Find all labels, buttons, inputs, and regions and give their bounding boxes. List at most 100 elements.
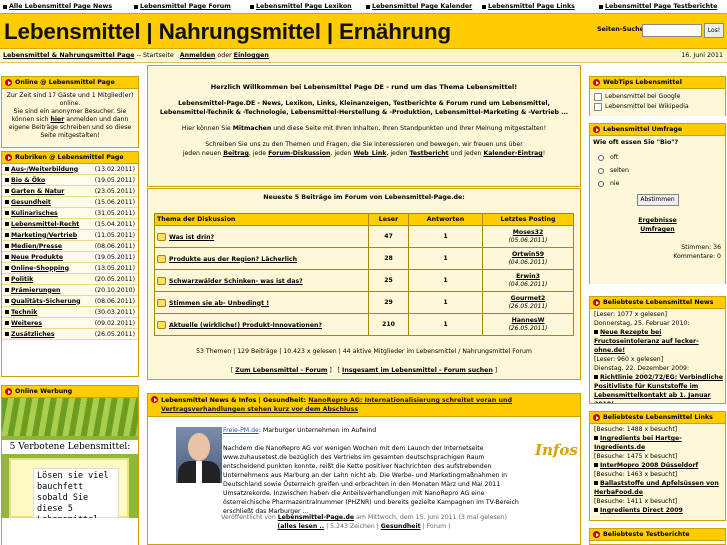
search-button[interactable]: Los! bbox=[704, 23, 724, 38]
rubrik-item[interactable]: Medien/Presse (08.06.2011) bbox=[2, 241, 138, 252]
topnav-link-news[interactable]: Alle Lebensmittel Page News bbox=[0, 0, 131, 13]
read-more-link[interactable]: (alles lesen .. bbox=[277, 523, 324, 530]
rubrik-item[interactable]: Weiteres (09.02.2011) bbox=[2, 318, 138, 329]
rubrik-link[interactable]: Prämierungen bbox=[5, 285, 60, 295]
mitmachen-link[interactable]: Mitmachen bbox=[233, 125, 272, 132]
rubrik-link[interactable]: Technik bbox=[5, 307, 37, 317]
popular-item-link[interactable]: Richtlinie 2002/72/EG: Verbindliche Posi… bbox=[590, 373, 725, 403]
login-link[interactable]: Anmelden bbox=[180, 52, 216, 59]
bullet-icon bbox=[594, 463, 598, 467]
breadcrumb-site-link[interactable]: Lebensmittel & Nahrungsmittel Page bbox=[3, 52, 135, 59]
ad-banner[interactable]: 5 Verbotene Lebensmittel: Lösen sie viel… bbox=[2, 398, 138, 518]
forum-topic[interactable]: Stimmen sie ab- Unbedingt ! bbox=[154, 291, 369, 314]
weblink-link[interactable]: Web_Link bbox=[353, 150, 386, 157]
rubrik-link[interactable]: Zusätzliches bbox=[5, 329, 55, 339]
login-here-link[interactable]: hier bbox=[50, 116, 64, 123]
vote-button[interactable]: Abstimmen bbox=[636, 194, 679, 206]
poll-option[interactable]: nie bbox=[590, 177, 725, 190]
radio-button[interactable] bbox=[598, 180, 604, 187]
forum-suchen-link[interactable]: Insgesamt im Lebensmittel - Forum suchen bbox=[342, 367, 493, 374]
rubrik-link[interactable]: Online-Shopping bbox=[5, 263, 69, 273]
rubrik-item[interactable]: Bio & Öko (19.05.2011) bbox=[2, 175, 138, 186]
beitrag-link[interactable]: Beitrag bbox=[223, 150, 249, 157]
rubrik-item[interactable]: Qualitäts-Sicherung (08.06.2011) bbox=[2, 296, 138, 307]
topnav-link-lexikon[interactable]: Lebensmittel Page Lexikon bbox=[247, 0, 363, 13]
forum-reads: 28 bbox=[368, 247, 409, 270]
rubrik-item[interactable]: Kulinarisches (31.05.2011) bbox=[2, 208, 138, 219]
rubrik-item[interactable]: Lebensmittel-Recht (15.04.2011) bbox=[2, 219, 138, 230]
forum-topic[interactable]: Was ist drin? bbox=[154, 225, 369, 248]
poll-option[interactable]: selten bbox=[590, 164, 725, 177]
news-header: Lebensmittel News & Infos | Gesundheit: … bbox=[148, 394, 580, 417]
forum-last-user[interactable]: Moses32 bbox=[513, 229, 544, 236]
radio-button[interactable] bbox=[598, 167, 604, 174]
zum-forum-link[interactable]: Zum Lebensmittel - Forum bbox=[235, 367, 327, 374]
topnav-link-testberichte[interactable]: Lebensmittel Page Testberichte bbox=[596, 0, 727, 13]
popular-item-link[interactable]: InterMopro 2008 Düsseldorf bbox=[590, 461, 725, 470]
radio-button[interactable] bbox=[598, 154, 604, 161]
rubrik-item[interactable]: Online-Shopping (13.05.2011) bbox=[2, 263, 138, 274]
popular-item-meta: [Besuche: 1475 x besucht] bbox=[594, 453, 678, 460]
rubrik-link[interactable]: Politik bbox=[5, 274, 33, 284]
online-panel: Online @ Lebensmittel Page Zur Zeit sind… bbox=[1, 76, 139, 148]
rubrik-link[interactable]: Neue Produkte bbox=[5, 252, 63, 262]
popular-item-meta: [Leser: 1077 x gelesen] bbox=[594, 311, 668, 318]
rubrik-link[interactable]: Kulinarisches bbox=[5, 208, 58, 218]
rubrik-item[interactable]: Aus-/Weiterbildung (13.02.2011) bbox=[2, 164, 138, 175]
rubrik-link[interactable]: Garten & Natur bbox=[5, 186, 64, 196]
site-title[interactable]: Lebensmittel | Nahrungsmittel | Ernährun… bbox=[4, 19, 451, 45]
topnav-link-kalender[interactable]: Lebensmittel Page Kalender bbox=[363, 0, 479, 13]
rubrik-link[interactable]: Marketing/Vertrieb bbox=[5, 230, 77, 240]
webtip-link[interactable]: Lebensmittel bei Wikipedia bbox=[590, 102, 725, 112]
forum-topic[interactable]: Aktuelle (wirkliche!) Produkt-Innovation… bbox=[154, 313, 369, 336]
register-link[interactable]: Einloggen bbox=[234, 52, 269, 59]
rubrik-item[interactable]: Gesundheit (15.06.2011) bbox=[2, 197, 138, 208]
rubrik-link[interactable]: Qualitäts-Sicherung bbox=[5, 296, 81, 306]
poll-option[interactable]: oft bbox=[590, 151, 725, 164]
forum-topic[interactable]: Produkte aus der Region? Lächerlich bbox=[154, 247, 369, 270]
col-leser: Leser bbox=[368, 213, 409, 226]
topnav-link-forum[interactable]: Lebensmittel Page Forum bbox=[131, 0, 247, 13]
rubrik-item[interactable]: Politik (20.05.2011) bbox=[2, 274, 138, 285]
ad-title[interactable]: 5 Verbotene Lebensmittel: bbox=[2, 440, 138, 454]
rubrik-item[interactable]: Zusätzliches (26.05.2011) bbox=[2, 329, 138, 340]
rubrik-item[interactable]: Garten & Natur (23.05.2011) bbox=[2, 186, 138, 197]
rubrik-link[interactable]: Aus-/Weiterbildung bbox=[5, 164, 78, 174]
testbericht-link[interactable]: Testbericht bbox=[410, 150, 449, 157]
webtip-link[interactable]: Lebensmittel bei Google bbox=[590, 92, 725, 102]
forum-last-user[interactable]: Erwin3 bbox=[516, 273, 540, 280]
bullet-icon bbox=[594, 436, 598, 440]
rubrik-item[interactable]: Prämierungen (20.10.2010) bbox=[2, 285, 138, 296]
forum-topic[interactable]: Schwarzwälder Schinken- was ist das? bbox=[154, 269, 369, 292]
forum-last-date: (26.05.2011) bbox=[508, 324, 548, 332]
bullet-icon bbox=[3, 4, 7, 9]
rubrik-item[interactable]: Marketing/Vertrieb (11.05.2011) bbox=[2, 230, 138, 241]
arrow-icon bbox=[5, 388, 12, 395]
rubrik-item[interactable]: Neue Produkte (19.05.2011) bbox=[2, 252, 138, 263]
rubrik-link[interactable]: Weiteres bbox=[5, 318, 42, 328]
publisher-link[interactable]: Lebensmittel-Page.de bbox=[278, 514, 354, 521]
rubrik-link[interactable]: Medien/Presse bbox=[5, 241, 62, 251]
forum-last-user[interactable]: HannesW bbox=[512, 317, 545, 324]
rubrik-link[interactable]: Gesundheit bbox=[5, 197, 51, 207]
search-input[interactable] bbox=[642, 24, 702, 37]
popular-item-link[interactable]: Ingredients Direct 2009 bbox=[590, 506, 725, 515]
forum-last-user[interactable]: Gourmet2 bbox=[511, 295, 546, 302]
kalender-eintrag-link[interactable]: Kalender-Eintrag bbox=[483, 150, 542, 157]
forum-diskussion-link[interactable]: Forum-Diskussion bbox=[268, 150, 330, 157]
topnav-link-links[interactable]: Lebensmittel Page Links bbox=[479, 0, 596, 13]
poll-results-link[interactable]: Ergebnisse bbox=[638, 217, 676, 224]
category-gesundheit-link[interactable]: Gesundheit bbox=[381, 523, 421, 530]
popular-item-link[interactable]: Neue Rezepte bei Fructoseintoleranz auf … bbox=[590, 328, 725, 355]
rubrik-link[interactable]: Bio & Öko bbox=[5, 175, 45, 185]
rubrik-item[interactable]: Technik (30.03.2011) bbox=[2, 307, 138, 318]
forum-answers: 1 bbox=[408, 269, 483, 292]
forum-last-user[interactable]: Ortwin59 bbox=[512, 251, 544, 258]
rubrik-link[interactable]: Lebensmittel-Recht bbox=[5, 219, 79, 229]
arrow-icon bbox=[151, 396, 158, 403]
popular-item-link[interactable]: Ballaststoffe und Apfelsüssen von HerbaF… bbox=[590, 479, 725, 497]
forum-table: Thema der Diskussion Leser Antworten Let… bbox=[154, 213, 574, 336]
poll-list-link[interactable]: Umfragen bbox=[640, 226, 674, 233]
popular-item-link[interactable]: Ingredients bei Hartge-Ingredients.de bbox=[590, 434, 725, 452]
news-source-link[interactable]: Freie-PM.de bbox=[223, 427, 259, 434]
